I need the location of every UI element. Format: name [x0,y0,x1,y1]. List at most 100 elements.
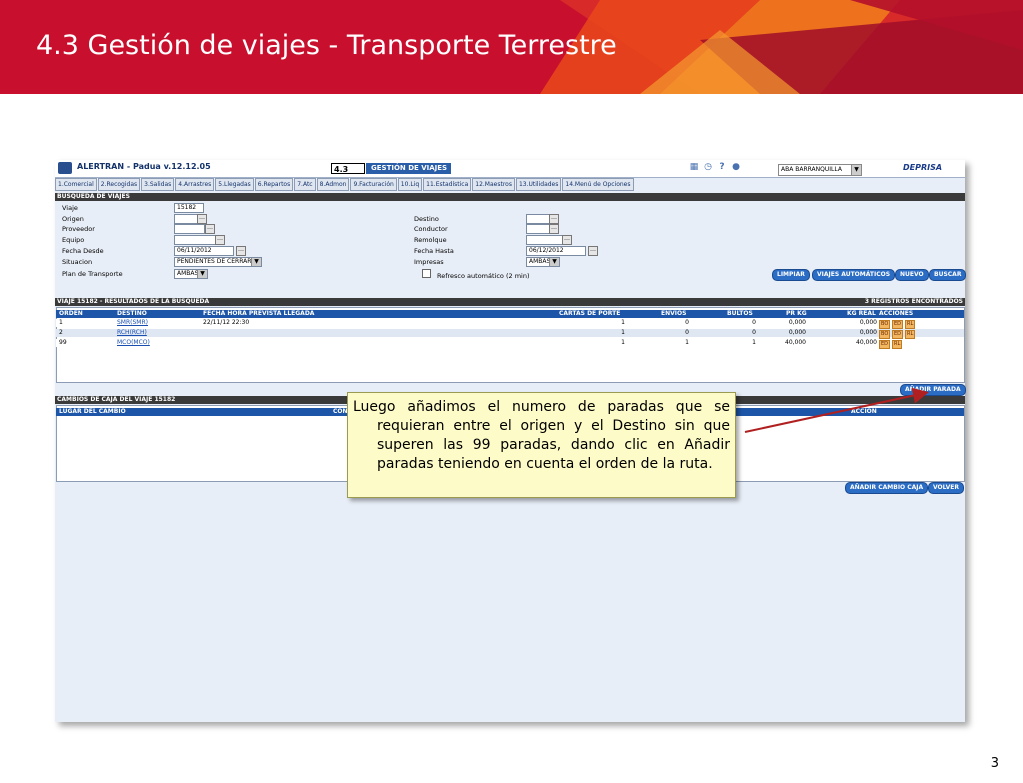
tab-9[interactable]: 9.Facturación [350,178,397,191]
action-ed-button[interactable]: ED [892,320,904,329]
tab-4[interactable]: 4.Arrastres [175,178,215,191]
cell-pr-kg: 0,000 [788,319,806,326]
cell-envios: 0 [685,319,689,326]
cell-orden: 2 [59,329,63,336]
proveedor-input[interactable] [174,224,205,234]
action-ed-button[interactable]: ED [879,340,891,349]
destino-picker-button[interactable]: … [549,214,559,224]
module-title: GESTIÓN DE VIAJES [366,163,451,174]
branch-select[interactable]: ABA BARRANQUILLA ▼ [778,164,862,176]
cell-cartas: 1 [621,329,625,336]
module-code-field[interactable]: 4.3 [331,163,365,174]
action-rl-button[interactable]: RL [905,330,916,339]
cell-pr-kg: 40,000 [785,339,806,346]
tab-2[interactable]: 2.Recogidas [97,178,141,191]
tab-10[interactable]: 10.Liq [397,178,423,191]
label-equipo: Equipo [62,236,85,244]
clock-icon[interactable]: ◷ [703,162,713,173]
chevron-down-icon[interactable]: ▼ [851,165,861,175]
truck-icon [58,162,72,174]
col-pr-kg: PR KG [786,310,807,317]
user-icon[interactable]: ● [731,162,741,173]
table-row: 1 SMR(SMR) 22/11/12 22:30 1 0 0 0,000 0,000 BO ED… [56,319,964,329]
label-impresas: Impresas [414,258,444,266]
add-stop-button[interactable]: AÑADIR PARADA [900,384,966,396]
remolque-input[interactable] [526,235,563,245]
action-bo-button[interactable]: BO [879,320,891,329]
remolque-picker-button[interactable]: … [562,235,572,245]
chevron-down-icon[interactable]: ▼ [251,258,261,266]
tab-1[interactable]: 1.Comercial [55,178,97,191]
col-accion: ACCIÓN [851,408,877,415]
limpiar-button[interactable]: LIMPIAR [772,269,810,281]
fecha-desde-picker-button[interactable]: … [236,246,246,256]
situacion-select[interactable]: PENDIENTES DE CERRAR ▼ [174,257,262,267]
cell-envios: 1 [685,339,689,346]
equipo-input[interactable] [174,235,216,245]
calendar-icon[interactable]: ▦ [689,162,699,173]
label-origen: Origen [62,215,84,223]
proveedor-picker-button[interactable]: … [205,224,215,234]
fecha-hasta-picker-button[interactable]: … [588,246,598,256]
action-rl-button[interactable]: RL [892,340,903,349]
action-ed-button[interactable]: ED [892,330,904,339]
cell-bultos: 0 [752,319,756,326]
tab-12[interactable]: 12.Maestros [472,178,515,191]
cell-destino[interactable]: SMR(SMR) [117,319,148,327]
action-bo-button[interactable]: BO [879,330,891,339]
cell-destino[interactable]: MCO(MCO) [117,339,150,347]
label-proveedor: Proveedor [62,225,95,233]
tab-7[interactable]: 7.Atc [294,178,316,191]
tab-14[interactable]: 14.Menú de Opciones [562,178,634,191]
chevron-down-icon[interactable]: ▼ [197,270,207,278]
brand-logo: DEPRISA [903,163,943,172]
tab-6[interactable]: 6.Repartos [254,178,294,191]
label-conductor: Conductor [414,225,448,233]
impresas-select[interactable]: AMBAS ▼ [526,257,560,267]
col-bultos: BULTOS [727,310,753,317]
col-acciones: ACCIONES [879,310,914,317]
action-rl-button[interactable]: RL [905,320,916,329]
tab-3[interactable]: 3.Salidas [141,178,175,191]
equipo-picker-button[interactable]: … [215,235,225,245]
results-section-title: VIAJE 15182 - RESULTADOS DE LA BÚSQUEDA [57,298,210,305]
buscar-button[interactable]: BUSCAR [929,269,967,281]
chevron-down-icon[interactable]: ▼ [549,258,559,266]
search-section-title: BÚSQUEDA DE VIAJES [57,193,130,200]
cell-kg-real: 0,000 [859,319,877,326]
viaje-input[interactable]: 15182 [174,203,204,213]
add-box-change-button[interactable]: AÑADIR CAMBIO CAJA [845,482,929,494]
tab-5[interactable]: 5.Llegadas [215,178,254,191]
origen-input[interactable] [174,214,198,224]
help-icon[interactable]: ? [717,162,727,173]
app-name: ALERTRAN - Padua v.12.12.05 [77,162,211,171]
results-table-header: ORDEN DESTINO FECHA HORA PREVISTA LLEGAD… [56,310,964,318]
fecha-hasta-input[interactable]: 06/12/2012 [526,246,586,256]
cell-cartas: 1 [621,339,625,346]
cell-bultos: 0 [752,329,756,336]
destino-input[interactable] [526,214,550,224]
app-header: ALERTRAN - Padua v.12.12.05 4.3 GESTIÓN … [55,160,965,178]
col-orden: ORDEN [59,310,83,317]
tab-13[interactable]: 13.Utilidades [515,178,562,191]
cell-destino[interactable]: RCH(RCH) [117,329,147,337]
fecha-desde-input[interactable]: 06/11/2012 [174,246,234,256]
cell-cartas: 1 [621,319,625,326]
plan-value: AMBAS [177,270,199,277]
col-cartas: CARTAS DE PORTE [559,310,621,317]
origen-picker-button[interactable]: … [197,214,207,224]
tab-11[interactable]: 11.Estadística [423,178,472,191]
col-con: CON [333,408,348,415]
conductor-input[interactable] [526,224,550,234]
col-kg-real: KG REAL [847,310,876,317]
instruction-callout: Luego añadimos el numero de paradas que … [347,392,736,498]
volver-button[interactable]: VOLVER [928,482,964,494]
plan-select[interactable]: AMBAS ▼ [174,269,208,279]
menu-tabs: 1.Comercial 2.Recogidas 3.Salidas 4.Arrastr… [55,178,635,191]
conductor-picker-button[interactable]: … [549,224,559,234]
tab-8[interactable]: 8.Admon [316,178,350,191]
viajes-automaticos-button[interactable]: VIAJES AUTOMÁTICOS [812,269,896,281]
page-number: 3 [990,756,999,771]
nuevo-button[interactable]: NUEVO [895,269,929,281]
refresco-checkbox[interactable] [422,269,431,278]
